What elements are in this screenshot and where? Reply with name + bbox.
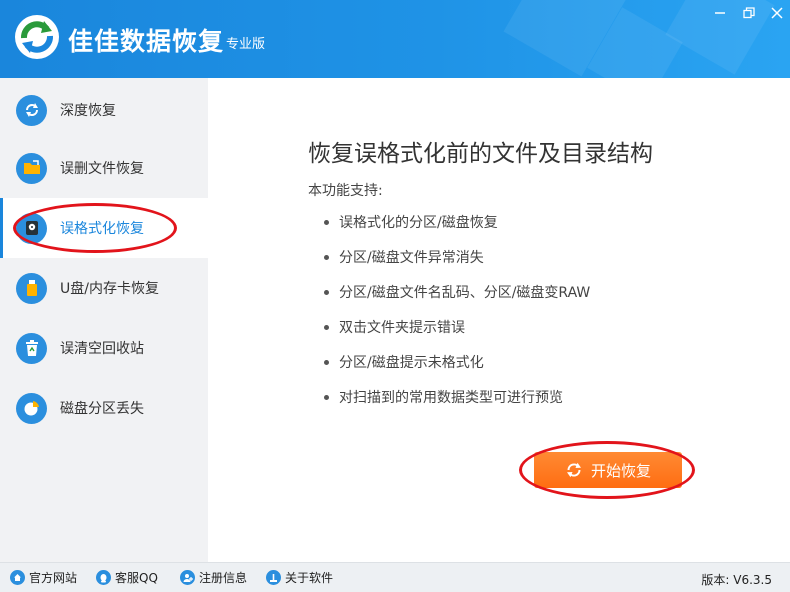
feature-item: 分区/磁盘提示未格式化 (324, 352, 484, 372)
feature-text: 双击文件夹提示错误 (339, 320, 465, 336)
feature-item: 对扫描到的常用数据类型可进行预览 (324, 387, 563, 407)
main-panel: 恢复误格式化前的文件及目录结构 本功能支持: 误格式化的分区/磁盘恢复 分区/磁… (208, 78, 790, 562)
close-button[interactable] (766, 4, 788, 22)
page-title: 恢复误格式化前的文件及目录结构 (308, 141, 653, 167)
disk-icon (16, 212, 47, 244)
sidebar-item-label: 磁盘分区丢失 (60, 401, 144, 417)
restore-button[interactable] (738, 4, 760, 22)
info-icon (266, 570, 281, 585)
bullet-icon (324, 324, 329, 330)
feature-item: 误格式化的分区/磁盘恢复 (324, 212, 498, 232)
footer-link-label: 关于软件 (285, 571, 334, 585)
usb-drive-icon (16, 272, 47, 304)
bullet-icon (324, 219, 329, 225)
bullet-icon (324, 289, 329, 295)
sidebar-item-deep-recovery[interactable]: 深度恢复 (0, 80, 208, 140)
sidebar-item-label: 误格式化恢复 (60, 221, 144, 237)
sidebar-item-label: 深度恢复 (60, 103, 116, 119)
sidebar-item-usb-recovery[interactable]: U盘/内存卡恢复 (0, 258, 208, 318)
status-bar: 官方网站 客服QQ 注册信息 关于软件 版本: V6.3.5 (0, 562, 790, 592)
sidebar-item-label: U盘/内存卡恢复 (60, 281, 159, 297)
sidebar-item-label: 误删文件恢复 (60, 161, 144, 177)
recycle-bin-icon (16, 332, 47, 364)
feature-item: 分区/磁盘文件异常消失 (324, 247, 484, 267)
feature-text: 分区/磁盘文件名乱码、分区/磁盘变RAW (339, 285, 591, 301)
footer-link-website[interactable]: 官方网站 (10, 569, 77, 586)
version-label: 版本: V6.3.5 (701, 573, 772, 587)
restore-icon (743, 7, 755, 19)
bullet-icon (324, 254, 329, 260)
register-user-icon (180, 570, 195, 585)
bullet-icon (324, 394, 329, 400)
footer-link-label: 客服QQ (115, 571, 158, 585)
sidebar-item-label: 误清空回收站 (60, 341, 144, 357)
footer-link-register[interactable]: 注册信息 (180, 569, 247, 586)
close-icon (771, 7, 783, 19)
start-recovery-button[interactable]: 开始恢复 (534, 452, 682, 488)
sidebar: 深度恢复 误删文件恢复 误格式化恢复 U盘/内存卡恢复 误清空回收站 磁盘分区丢… (0, 78, 208, 562)
title-bar: 佳佳数据恢复 专业版 (0, 0, 790, 78)
feature-text: 分区/磁盘文件异常消失 (339, 250, 484, 266)
footer-link-qq[interactable]: 客服QQ (96, 569, 158, 586)
start-recovery-label: 开始恢复 (590, 461, 651, 480)
sidebar-item-format-recovery[interactable]: 误格式化恢复 (0, 198, 208, 258)
sidebar-item-deleted-files[interactable]: 误删文件恢复 (0, 138, 208, 198)
folder-icon (16, 152, 47, 184)
bullet-icon (324, 359, 329, 365)
feature-item: 双击文件夹提示错误 (324, 317, 465, 337)
footer-link-label: 官方网站 (29, 571, 78, 585)
app-title: 佳佳数据恢复 (68, 27, 225, 56)
app-edition: 专业版 (226, 37, 266, 52)
qq-icon (96, 570, 111, 585)
footer-link-about[interactable]: 关于软件 (266, 569, 333, 586)
home-icon (10, 570, 25, 585)
refresh-icon (566, 462, 581, 478)
feature-item: 分区/磁盘文件名乱码、分区/磁盘变RAW (324, 282, 590, 302)
support-label: 本功能支持: (308, 183, 383, 199)
sidebar-item-recycle-bin[interactable]: 误清空回收站 (0, 318, 208, 378)
sidebar-item-partition-lost[interactable]: 磁盘分区丢失 (0, 378, 208, 438)
minimize-icon (715, 12, 725, 14)
pie-partition-icon (16, 392, 47, 424)
minimize-button[interactable] (709, 4, 731, 22)
feature-text: 分区/磁盘提示未格式化 (339, 355, 484, 371)
footer-link-label: 注册信息 (199, 571, 248, 585)
feature-text: 对扫描到的常用数据类型可进行预览 (339, 390, 563, 406)
deep-recovery-icon (16, 94, 47, 126)
feature-text: 误格式化的分区/磁盘恢复 (339, 215, 498, 231)
app-logo-icon (15, 15, 59, 59)
